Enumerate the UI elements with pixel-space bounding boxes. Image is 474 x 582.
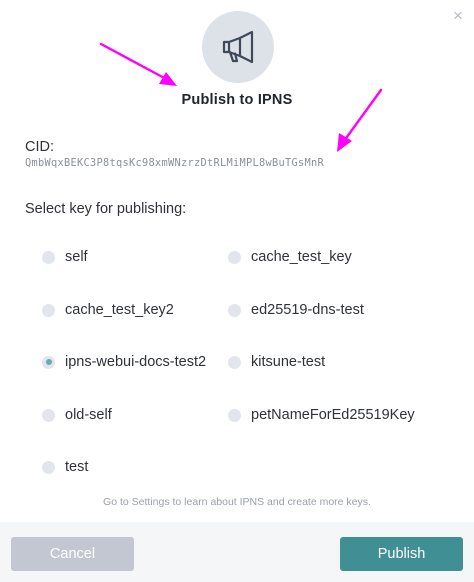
radio-button[interactable]: [42, 250, 55, 264]
radio-button[interactable]: [42, 408, 55, 422]
key-option-label: self: [65, 249, 88, 265]
cancel-button[interactable]: Cancel: [11, 537, 134, 571]
cid-value: QmbWqxBEKC3P8tqsKc98xmWNzrzDtRLMiMPL8wBu…: [25, 157, 324, 169]
key-option-label: kitsune-test: [251, 354, 326, 370]
cid-label: CID:: [25, 139, 54, 155]
radio-button[interactable]: [228, 355, 241, 369]
key-option-label: cache_test_key2: [65, 302, 174, 318]
key-option-kitsune-test[interactable]: kitsune-test: [228, 351, 325, 373]
close-icon[interactable]: ×: [448, 6, 468, 26]
key-option-label: ed25519-dns-test: [251, 302, 364, 318]
radio-button[interactable]: [42, 460, 55, 474]
key-option-label: petNameForEd25519Key: [251, 407, 415, 423]
key-option-cache-test-key2[interactable]: cache_test_key2: [42, 299, 174, 321]
key-option-old-self[interactable]: old-self: [42, 404, 112, 426]
key-option-petnamefored25519key[interactable]: petNameForEd25519Key: [228, 404, 415, 426]
publish-button[interactable]: Publish: [340, 537, 463, 571]
key-option-label: old-self: [65, 407, 112, 423]
radio-button[interactable]: [228, 250, 241, 264]
megaphone-icon: [202, 11, 274, 83]
key-option-label: cache_test_key: [251, 249, 352, 265]
radio-button[interactable]: [228, 408, 241, 422]
radio-button[interactable]: [228, 303, 241, 317]
annotation-arrow-title: [99, 42, 177, 86]
publish-ipns-modal: × Publish to IPNS CID: QmbWqxBEKC3P8tqsK…: [0, 0, 474, 582]
annotation-arrows: [99, 42, 383, 152]
select-key-label: Select key for publishing:: [25, 201, 187, 217]
key-option-self[interactable]: self: [42, 246, 88, 268]
settings-hint: Go to Settings to learn about IPNS and c…: [103, 496, 371, 508]
dialog-title: Publish to IPNS: [181, 92, 293, 108]
key-option-label: test: [65, 459, 89, 475]
key-option-test[interactable]: test: [42, 456, 88, 478]
radio-button[interactable]: [42, 303, 55, 317]
key-option-cache-test-key[interactable]: cache_test_key: [228, 246, 352, 268]
radio-button-selected[interactable]: [42, 355, 55, 369]
key-option-label: ipns-webui-docs-test2: [65, 354, 207, 370]
key-option-ed25519-dns-test[interactable]: ed25519-dns-test: [228, 299, 364, 321]
key-option-ipns-webui-docs-test2[interactable]: ipns-webui-docs-test2: [42, 351, 206, 373]
